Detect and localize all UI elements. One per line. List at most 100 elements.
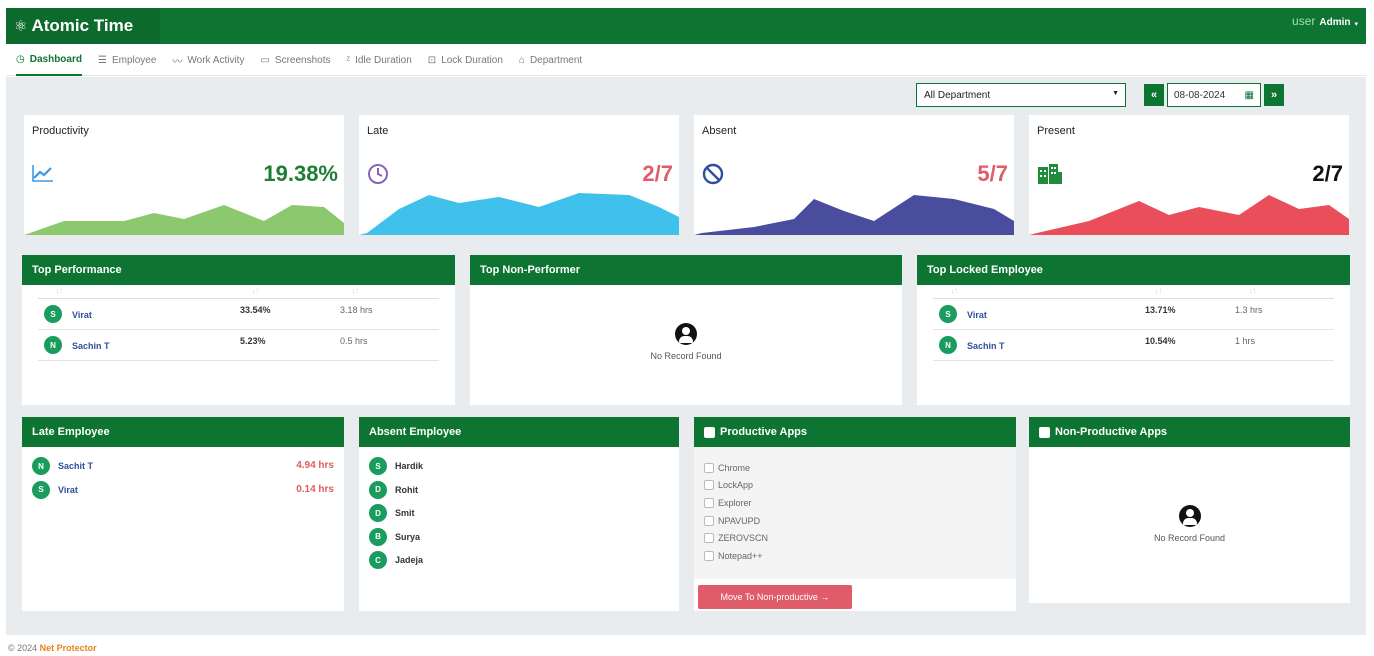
list-item[interactable]: Chrome <box>704 459 768 477</box>
lock-icon: ⊡ <box>427 55 437 66</box>
list-item[interactable]: LockApp <box>704 477 768 495</box>
employee-name[interactable]: Smit <box>395 508 415 518</box>
avatar: D <box>369 504 387 522</box>
employee-name[interactable]: Rohit <box>395 485 418 495</box>
card-title: Productivity <box>32 125 89 137</box>
sort-icon[interactable]: ↓↑ <box>56 288 63 295</box>
lock-hours: 1.3 hrs <box>1235 305 1263 315</box>
list-item[interactable]: B Surya <box>369 527 669 552</box>
list-item[interactable]: D Smit <box>369 504 669 528</box>
productivity-percent: 33.54% <box>240 305 271 315</box>
atom-logo-icon: ⚛ <box>14 18 28 35</box>
tab-work-activity[interactable]: 〰 Work Activity <box>172 46 244 76</box>
date-value: 08-08-2024 <box>1174 89 1226 101</box>
move-to-non-productive-button[interactable]: Move To Non-productive → <box>698 585 852 609</box>
user-role: user <box>1292 14 1316 28</box>
tab-employee[interactable]: ☰ Employee <box>98 46 156 76</box>
list-item[interactable]: ZEROVSCN <box>704 529 768 547</box>
card-title: Late <box>367 125 389 137</box>
avatar: S <box>44 305 62 323</box>
employee-name[interactable]: Virat <box>72 310 92 320</box>
list-item[interactable]: D Rohit <box>369 480 669 505</box>
sort-icon[interactable]: ↓↑ <box>1155 288 1162 295</box>
prev-date-button[interactable]: « <box>1144 84 1164 106</box>
sort-icon[interactable]: ↓↑ <box>951 288 958 295</box>
table-row[interactable]: S Virat 33.54% 3.18 hrs <box>38 299 439 330</box>
sort-icon[interactable]: ↓↑ <box>352 288 359 295</box>
tab-label: Department <box>529 55 583 66</box>
app-checkbox[interactable] <box>704 533 714 544</box>
non-productive-apps-panel: Non-Productive Apps No Record Found <box>1029 417 1350 603</box>
app-checkbox[interactable] <box>704 550 714 561</box>
date-input[interactable]: 08-08-2024 ▦ <box>1167 83 1261 107</box>
late-hours: 4.94 hrs <box>296 460 334 471</box>
select-all-checkbox[interactable] <box>704 426 715 438</box>
caret-down-icon: ▼ <box>1112 90 1119 97</box>
next-date-button[interactable]: » <box>1264 84 1284 106</box>
employee-name[interactable]: Jadeja <box>395 555 423 565</box>
tab-lock-duration[interactable]: ⊡ Lock Duration <box>428 46 503 76</box>
empty-state: No Record Found <box>470 323 902 361</box>
sort-icon[interactable]: ↓↑ <box>1249 288 1256 295</box>
sort-icon[interactable]: ↓↑ <box>252 288 259 295</box>
select-all-checkbox[interactable] <box>1039 426 1050 438</box>
top-performance-panel: Top Performance ↓↑ ↓↑ ↓↑ S Virat 33.54% … <box>22 255 455 405</box>
table-row[interactable]: S Virat 13.71% 1.3 hrs <box>933 299 1334 330</box>
employee-name[interactable]: Sachit T <box>58 461 93 471</box>
user-name: Admin <box>1319 17 1351 28</box>
list-item[interactable]: N Sachit T 4.94 hrs <box>32 457 334 481</box>
list-item[interactable]: NPAVUPD <box>704 512 768 530</box>
employee-name[interactable]: Virat <box>58 485 78 495</box>
employee-name[interactable]: Virat <box>967 310 987 320</box>
table-row[interactable]: N Sachin T 10.54% 1 hrs <box>933 330 1334 361</box>
absent-employee-panel: Absent Employee S Hardik D Rohit D Smit … <box>359 417 679 611</box>
present-card: Present 2/7 <box>1029 115 1349 235</box>
tab-department[interactable]: ⌂ Department <box>519 46 582 76</box>
avatar: B <box>369 527 387 546</box>
app-checkbox[interactable] <box>704 462 714 473</box>
list-item[interactable]: C Jadeja <box>369 551 669 575</box>
list-item[interactable]: S Virat 0.14 hrs <box>32 480 334 505</box>
table-row[interactable]: N Sachin T 5.23% 0.5 hrs <box>38 330 439 361</box>
user-menu[interactable]: user Admin ▾ <box>1292 14 1358 28</box>
list-item[interactable]: Explorer <box>704 494 768 512</box>
table-header: ↓↑ ↓↑ ↓↑ <box>933 288 1334 299</box>
company-link[interactable]: Net Protector <box>40 643 97 653</box>
department-select[interactable]: All Department ▼ <box>916 83 1126 107</box>
employee-name[interactable]: Hardik <box>395 461 423 471</box>
lock-percent: 13.71% <box>1145 305 1176 315</box>
tab-screenshots[interactable]: ▭ Screenshots <box>260 46 330 76</box>
department-select-value: All Department <box>924 90 991 101</box>
list-item[interactable]: Notepad++ <box>704 547 768 565</box>
late-value: 2/7 <box>642 161 673 186</box>
productive-hours: 0.5 hrs <box>340 336 368 346</box>
present-value: 2/7 <box>1312 161 1343 186</box>
panel-title: Non-Productive Apps <box>1055 426 1168 438</box>
panel-header: Productive Apps <box>694 417 1016 447</box>
app-checkbox[interactable] <box>704 497 714 508</box>
late-employee-panel: Late Employee N Sachit T 4.94 hrs S Vira… <box>22 417 344 611</box>
employee-name[interactable]: Sachin T <box>967 341 1005 351</box>
footer: © 2024 Net Protector <box>8 643 97 653</box>
employee-name[interactable]: Sachin T <box>72 341 110 351</box>
top-non-performer-panel: Top Non-Performer No Record Found <box>470 255 902 405</box>
table-header: ↓↑ ↓↑ ↓↑ <box>38 288 439 299</box>
tab-idle-duration[interactable]: ᶻ Idle Duration <box>347 46 412 76</box>
app-checkbox[interactable] <box>704 480 714 491</box>
tab-label: Screenshots <box>274 55 331 66</box>
avatar: S <box>369 457 387 475</box>
productivity-percent: 5.23% <box>240 336 266 346</box>
lock-hours: 1 hrs <box>1235 336 1256 346</box>
employee-name[interactable]: Surya <box>395 532 420 542</box>
tab-dashboard[interactable]: ◷ Dashboard <box>16 46 82 76</box>
app-name: Chrome <box>718 462 751 473</box>
avatar: D <box>369 480 387 499</box>
app-brand[interactable]: ⚛ Atomic Time <box>14 16 133 36</box>
app-checkbox[interactable] <box>704 515 714 526</box>
absent-employee-list: S Hardik D Rohit D Smit B Surya C Jadeja <box>369 457 669 575</box>
list-item[interactable]: S Hardik <box>369 457 669 481</box>
absent-sparkline <box>694 195 1014 235</box>
late-hours: 0.14 hrs <box>296 483 334 495</box>
avatar: N <box>44 336 62 354</box>
late-sparkline <box>359 193 679 235</box>
